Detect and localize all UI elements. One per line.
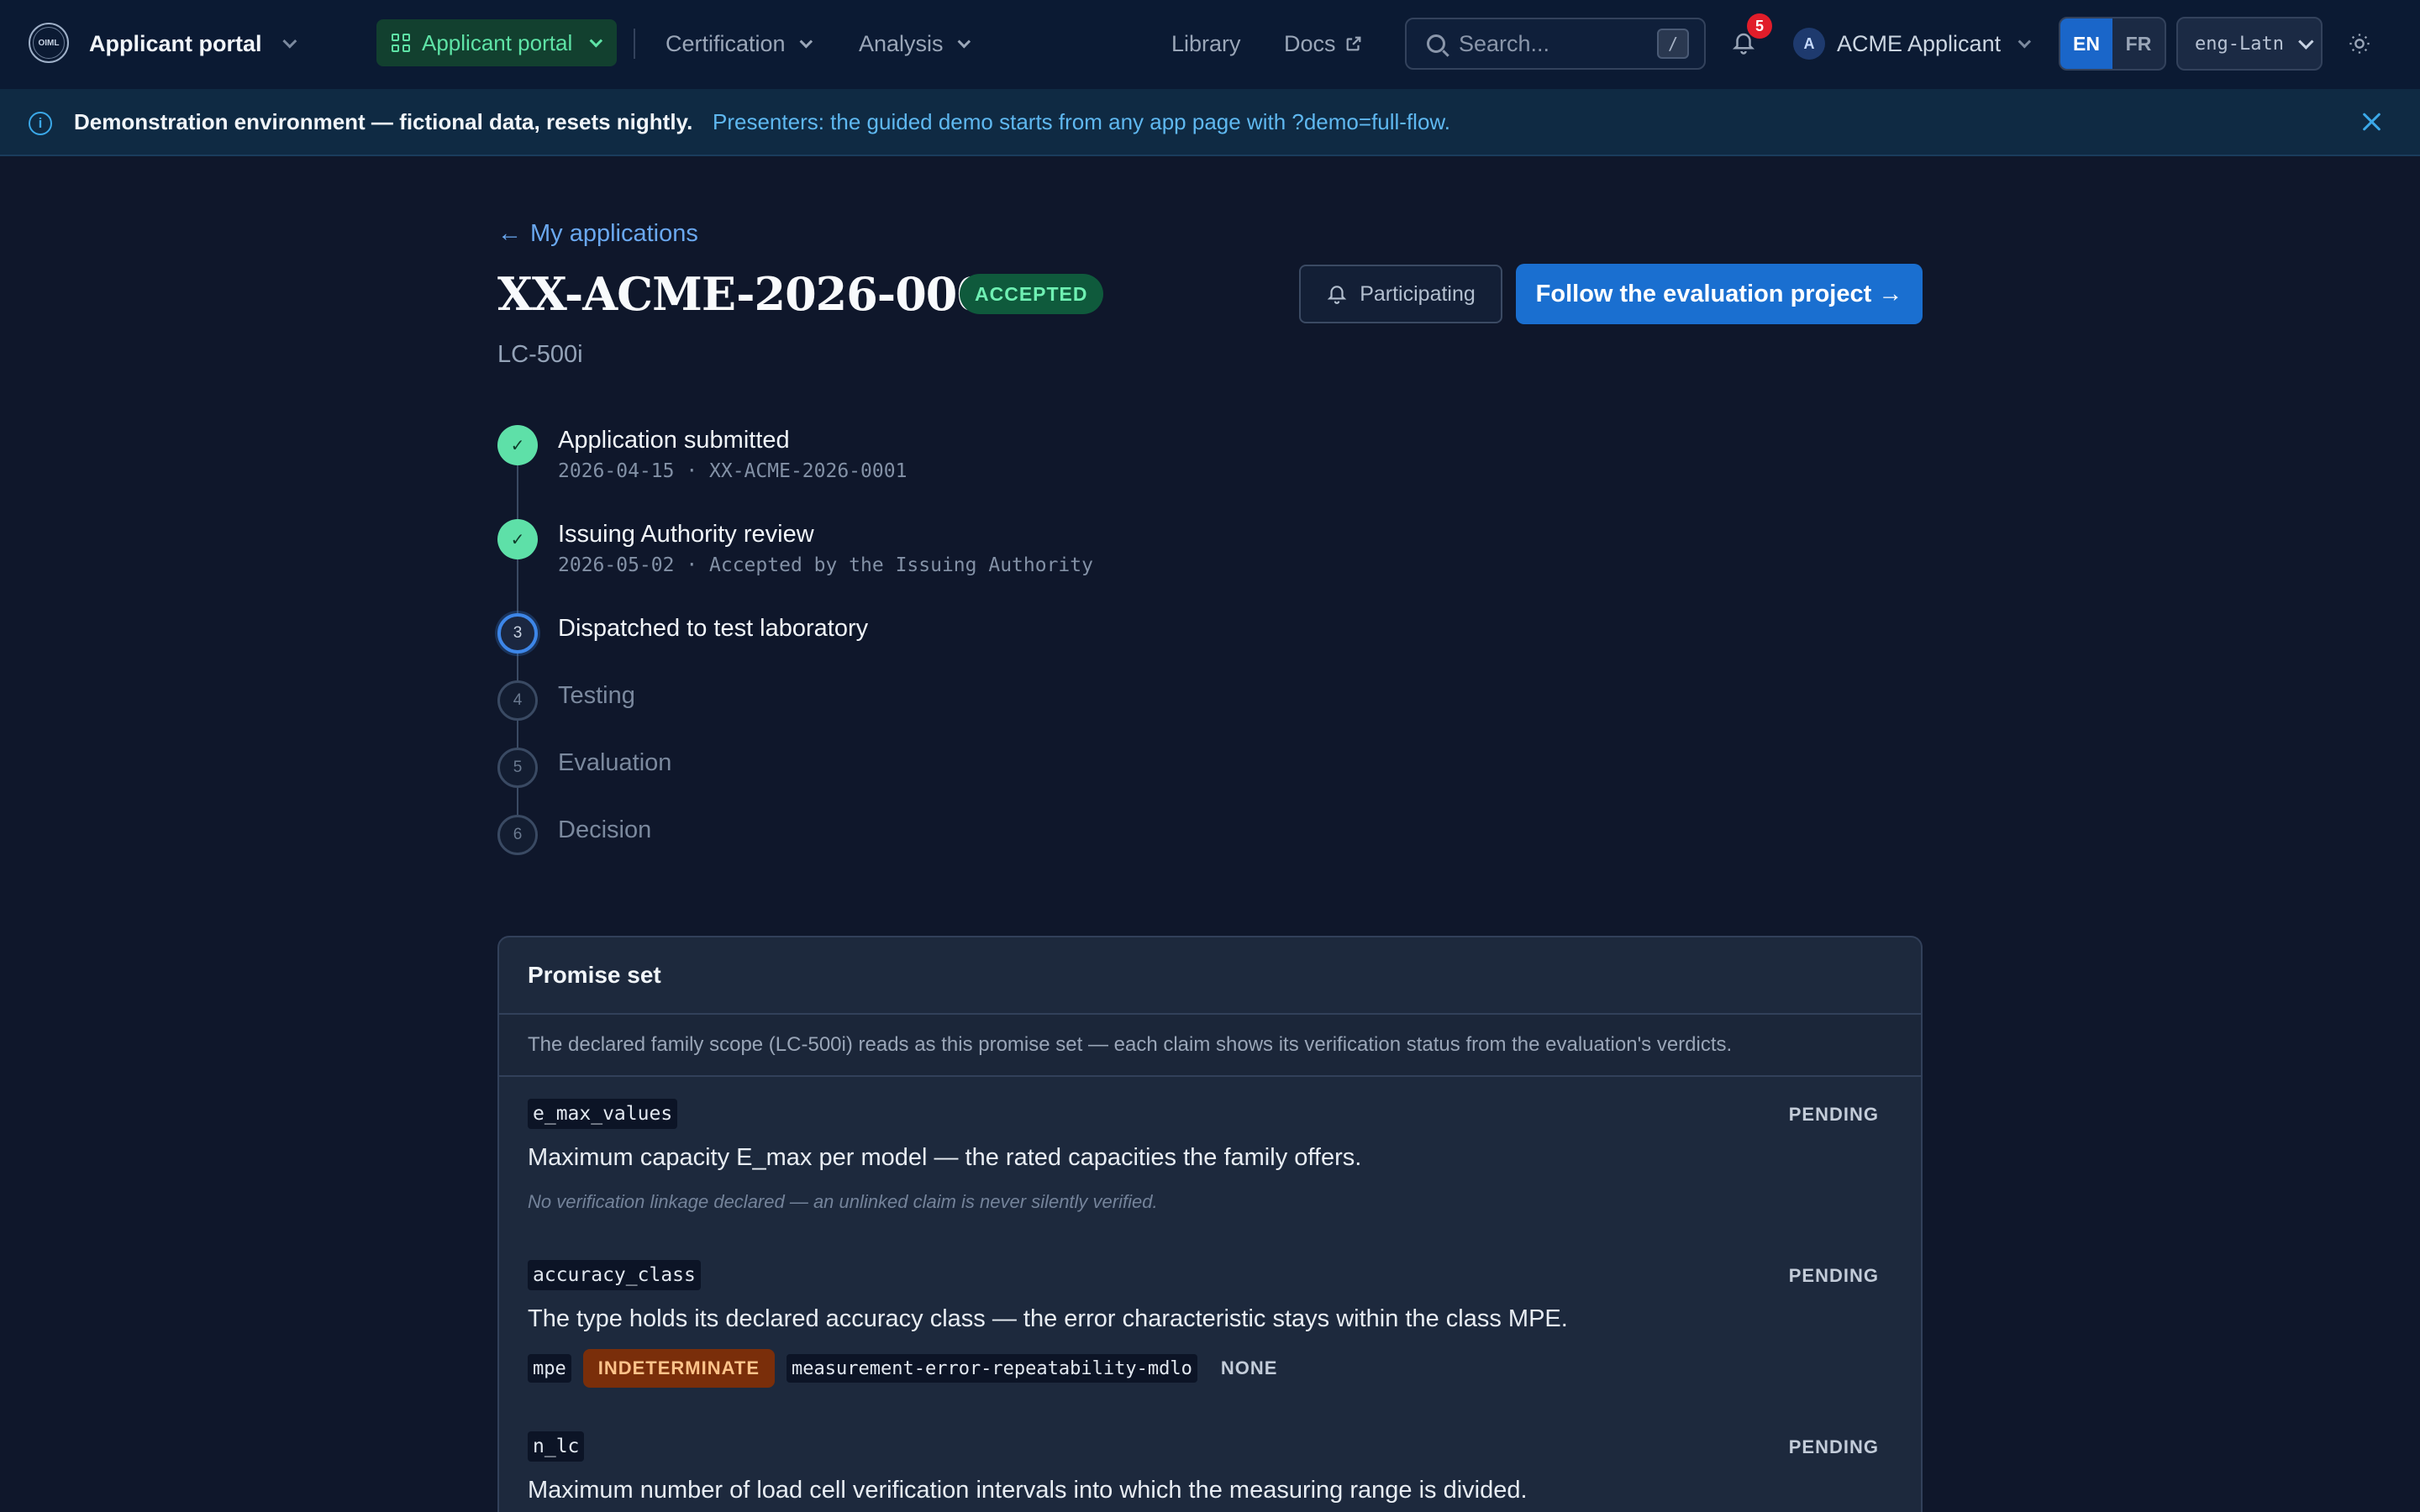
step-title: Dispatched to test laboratory [558,615,869,642]
user-menu[interactable]: A ACME Applicant [1793,25,2032,62]
claim-status: PENDING [1788,1104,1879,1125]
step-marker-future: 4 [497,680,538,721]
link-test[interactable]: measurement-error-repeatability-mdlo [786,1354,1197,1383]
language-option-fr[interactable]: FR [2112,18,2165,69]
nav-item-analysis[interactable]: Analysis [859,25,971,62]
script-value: eng-Latn [2195,33,2284,55]
page-subtitle: LC-500i [497,341,583,368]
nav-link-library[interactable]: Library [1171,25,1241,62]
claim-key: n_lc [528,1431,585,1462]
shortcut-hint: / [1657,29,1689,59]
claim-key: accuracy_class [528,1260,701,1290]
back-link[interactable]: ← My applications [497,220,698,248]
link-result: NONE [1220,1357,1278,1378]
participating-button[interactable]: Participating [1299,265,1502,323]
claim-text: Maximum number of load cell verification… [528,1477,1528,1504]
nav-link-docs[interactable]: Docs [1284,25,1363,62]
claim-status: PENDING [1788,1436,1879,1457]
step-meta: 2026-04-15 · XX-ACME-2026-0001 [558,460,908,482]
participating-label: Participating [1360,281,1476,306]
chevron-down-icon [281,34,297,49]
claim-status: PENDING [1788,1265,1879,1286]
timeline-connector [517,721,518,748]
nav-divider [634,29,635,59]
step-marker-future: 6 [497,815,538,855]
nav-link-label: Library [1171,30,1241,56]
card-intro: The declared family scope (LC-500i) read… [499,1015,1921,1077]
verdict-badge: INDETERMINATE [582,1349,776,1388]
follow-evaluation-button[interactable]: Follow the evaluation project → [1516,264,1923,324]
arrow-left-icon: ← [497,220,522,247]
notification-badge: 5 [1747,13,1772,39]
banner-link[interactable]: Presenters: the guided demo starts from … [713,109,1450,135]
back-link-label: My applications [530,220,698,247]
oiml-logo-icon[interactable]: OIML [29,23,69,63]
timeline-connector [517,654,518,680]
banner-message: Demonstration environment — fictional da… [74,109,693,134]
step-title: Issuing Authority review [558,521,814,548]
sun-icon[interactable] [2348,32,2371,55]
app-name: Applicant portal [89,30,262,56]
language-option-en[interactable]: EN [2060,18,2112,69]
nav-item-applicant-portal[interactable]: Applicant portal [376,19,618,66]
claim-note: No verification linkage declared — an un… [528,1191,1158,1212]
search-input[interactable]: Search... / [1405,18,1706,70]
step-marker-done: ✓ [497,425,538,465]
external-link-icon [1346,36,1360,51]
step-title: Decision [558,816,652,843]
nav-item-label: Analysis [859,30,944,56]
step-marker-future: 5 [497,748,538,788]
language-toggle: EN FR [2059,17,2166,71]
search-icon [1427,34,1445,53]
bell-icon [1327,286,1347,304]
nav-item-label: Applicant portal [422,29,573,55]
chevron-down-icon [799,34,813,48]
promise-set-card: Promise set The declared family scope (L… [497,936,1923,1512]
claim-text: Maximum capacity E_max per model — the r… [528,1144,1362,1171]
logo-inner: OIML [33,27,65,59]
grid-icon [392,34,410,52]
nav-item-certification[interactable]: Certification [666,25,813,62]
app-switcher[interactable]: Applicant portal [89,25,297,62]
step-meta: 2026-05-02 · Accepted by the Issuing Aut… [558,554,1093,576]
claim-text: The type holds its declared accuracy cla… [528,1305,1568,1332]
top-navigation: OIML Applicant portal Applicant portal C… [0,0,2420,89]
script-select[interactable]: eng-Latn [2176,17,2323,71]
avatar: A [1793,28,1825,60]
chevron-down-icon [2298,33,2314,50]
logo-text: OIML [38,38,60,48]
nav-item-label: Certification [666,30,786,56]
verification-link: mpe INDETERMINATE measurement-error-repe… [528,1349,1277,1388]
search-placeholder: Search... [1459,30,1550,56]
step-marker-done: ✓ [497,519,538,559]
chevron-down-icon [957,34,971,48]
user-name: ACME Applicant [1837,30,2002,56]
timeline-connector [517,788,518,815]
step-title: Testing [558,682,635,709]
demo-banner: i Demonstration environment — fictional … [0,89,2420,156]
step-title: Evaluation [558,749,672,776]
chevron-down-icon [2018,34,2032,48]
chevron-down-icon [589,34,603,47]
page-title: XX-ACME-2026-0001 [497,267,1019,321]
info-icon: i [29,112,52,135]
nav-link-label: Docs [1284,30,1336,56]
status-badge: ACCEPTED [960,274,1103,314]
card-title: Promise set [499,937,1921,1015]
link-parameter: mpe [528,1354,571,1383]
step-marker-current: 3 [497,613,538,654]
claim-key: e_max_values [528,1099,678,1129]
close-icon[interactable] [2361,111,2383,133]
step-title: Application submitted [558,427,790,454]
